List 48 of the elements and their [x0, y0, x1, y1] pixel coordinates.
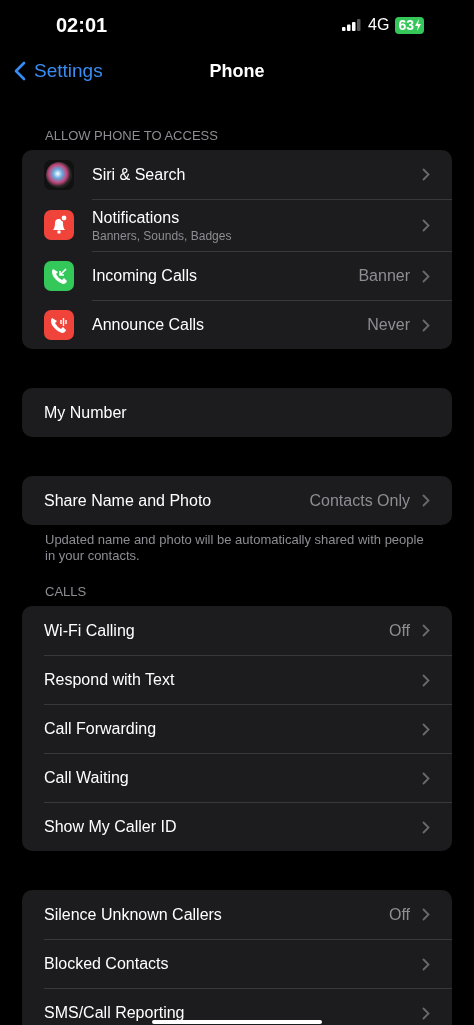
- siri-orb-icon: [44, 159, 74, 190]
- home-indicator[interactable]: [152, 1020, 322, 1024]
- row-label: Share Name and Photo: [44, 491, 212, 510]
- row-label: Call Forwarding: [44, 720, 157, 738]
- settings-row[interactable]: Incoming Calls Banner: [22, 251, 452, 300]
- row-value: Never: [367, 316, 410, 334]
- row-label: Respond with Text: [44, 671, 175, 689]
- row-label: Announce Calls: [92, 316, 205, 334]
- settings-row[interactable]: Call Forwarding: [22, 704, 452, 753]
- row-label: My Number: [44, 403, 127, 422]
- row-label: Call Waiting: [44, 769, 129, 787]
- section-header: CALLS: [44, 583, 88, 601]
- row-label: Incoming Calls: [92, 267, 197, 285]
- settings-row[interactable]: Call Waiting: [22, 753, 452, 802]
- settings-row[interactable]: Respond with Text: [22, 655, 452, 704]
- signal-icon: [342, 19, 363, 31]
- settings-row[interactable]: My Number: [22, 388, 452, 437]
- row-value: Off: [388, 621, 410, 640]
- section-footnote: Updated name and photo will be automatically shared with people in your contacts.: [44, 531, 425, 564]
- network-label: 4G: [368, 16, 390, 34]
- bell-icon: [44, 210, 74, 240]
- row-label: Blocked Contacts: [44, 955, 169, 973]
- section-header: ALLOW PHONE TO ACCESS: [44, 127, 219, 145]
- settings-row[interactable]: Wi-Fi Calling Off: [22, 606, 452, 655]
- incoming-call-icon: [44, 260, 74, 291]
- row-label: Siri & Search: [92, 165, 186, 184]
- back-chevron-icon: [14, 61, 26, 81]
- settings-row[interactable]: Announce Calls Never: [22, 300, 452, 349]
- row-label: Show My Caller ID: [44, 818, 177, 836]
- row-label: Wi-Fi Calling: [44, 621, 135, 640]
- row-label: Notifications: [92, 208, 180, 227]
- settings-row[interactable]: Silence Unknown Callers Off: [22, 890, 452, 939]
- row-subtitle: Banners, Sounds, Badges: [92, 228, 232, 243]
- back-button[interactable]: Settings: [0, 60, 103, 82]
- battery-indicator: 63: [395, 16, 424, 34]
- row-value: Off: [388, 905, 410, 924]
- phone-waves-icon: [44, 309, 74, 340]
- settings-row[interactable]: Blocked Contacts: [22, 939, 452, 988]
- status-time: 02:01: [56, 13, 108, 37]
- row-label: SMS/Call Reporting: [44, 1004, 185, 1022]
- row-value: Banner: [358, 267, 410, 285]
- row-value: Contacts Only: [309, 491, 410, 510]
- row-label: Silence Unknown Callers: [44, 905, 222, 924]
- settings-row[interactable]: Show My Caller ID: [22, 802, 452, 851]
- page-title: Phone: [209, 60, 265, 82]
- settings-row[interactable]: Siri & Search: [22, 150, 452, 199]
- settings-row[interactable]: Notifications Banners, Sounds, Badges: [22, 199, 452, 251]
- settings-row[interactable]: Share Name and Photo Contacts Only: [22, 476, 452, 525]
